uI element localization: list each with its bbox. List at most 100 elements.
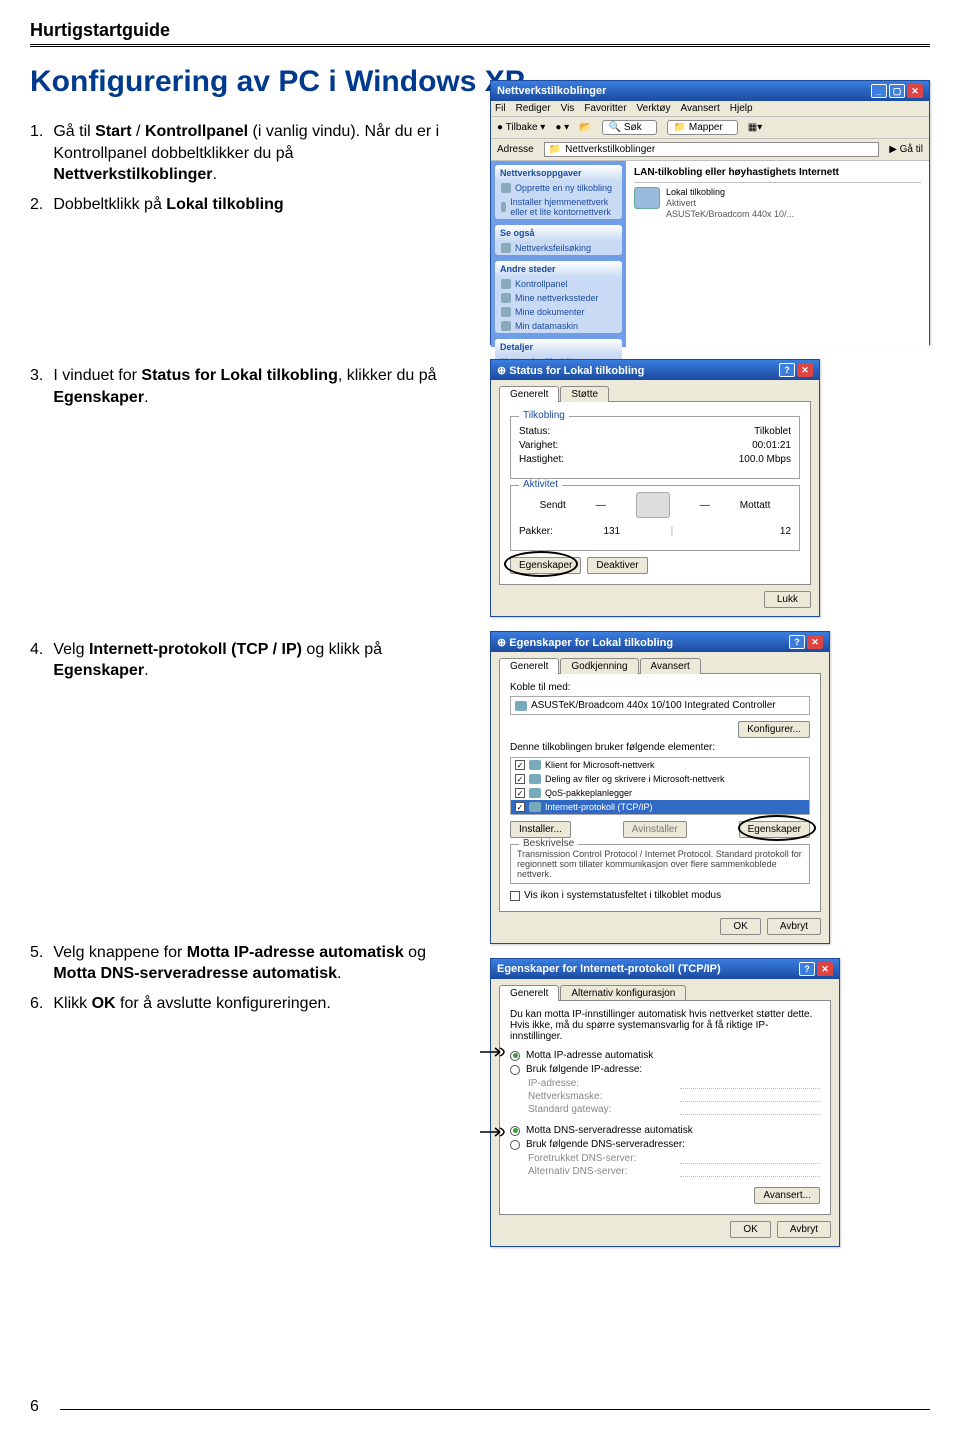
cancel-button[interactable]: Avbryt (777, 1221, 831, 1238)
fieldset-activity: Aktivitet Sendt — — Mottatt Pakker: 131 … (510, 485, 800, 551)
configure-button[interactable]: Konfigurer... (738, 721, 810, 738)
menu-item[interactable]: Hjelp (730, 103, 753, 114)
list-item-selected[interactable]: Internett-protokoll (TCP/IP) (511, 800, 809, 814)
term-kontrollpanel: Kontrollpanel (145, 123, 248, 140)
checkbox[interactable] (510, 891, 520, 901)
legend: Aktivitet (519, 479, 562, 490)
radio-button[interactable] (510, 1140, 520, 1150)
properties-button[interactable]: Egenskaper (739, 821, 810, 838)
arrow-icon (480, 1126, 510, 1138)
nav-up-icon[interactable]: 📂 (579, 122, 591, 133)
tab-auth[interactable]: Godkjenning (560, 658, 638, 674)
checkbox[interactable] (515, 760, 525, 770)
radio-ip-manual[interactable]: Bruk følgende IP-adresse: (510, 1064, 820, 1075)
menu-item[interactable]: Favoritter (584, 103, 626, 114)
close-button[interactable]: ✕ (817, 962, 833, 976)
sidebar-item[interactable]: Kontrollpanel (495, 277, 622, 291)
value: Tilkoblet (754, 426, 791, 437)
uninstall-button[interactable]: Avinstaller (623, 821, 687, 838)
properties-button[interactable]: Egenskaper (510, 557, 581, 574)
folder-icon: 📁 (549, 144, 561, 155)
radio-button[interactable] (510, 1065, 520, 1075)
screenshot-column: Nettverkstilkoblinger _ ▢ ✕ Fil Rediger … (490, 80, 930, 1261)
sidebar-item[interactable]: Mine nettverkssteder (495, 291, 622, 305)
radio-button[interactable] (510, 1126, 520, 1136)
tab-general[interactable]: Generelt (499, 658, 559, 674)
tab-general[interactable]: Generelt (499, 386, 559, 402)
tab-general[interactable]: Generelt (499, 985, 559, 1001)
close-button[interactable]: ✕ (797, 363, 813, 377)
search-button[interactable]: 🔍 Søk (602, 120, 657, 135)
checkbox[interactable] (515, 774, 525, 784)
connection-adapter: ASUSTeK/Broadcom 440x 10/... (666, 209, 794, 220)
tab-altconfig[interactable]: Alternativ konfigurasjon (560, 985, 686, 1001)
sidebar-item[interactable]: Mine dokumenter (495, 305, 622, 319)
arrow-icon (480, 1046, 510, 1058)
connection-item[interactable]: Lokal tilkobling Aktivert ASUSTeK/Broadc… (634, 187, 921, 219)
tab-advanced[interactable]: Avansert (640, 658, 701, 674)
nic-icon (515, 701, 527, 711)
nav-forward[interactable]: ● ▾ (555, 122, 569, 133)
tab-pane: Koble til med: ASUSTeK/Broadcom 440x 10/… (499, 673, 821, 912)
views-icon[interactable]: ▦▾ (748, 122, 762, 133)
protocol-list[interactable]: Klient for Microsoft-nettverk Deling av … (510, 757, 810, 815)
help-button[interactable]: ? (779, 363, 795, 377)
label: Pakker: (519, 526, 553, 537)
ok-button[interactable]: OK (730, 1221, 770, 1238)
menu-item[interactable]: Fil (495, 103, 506, 114)
radio-dns-auto[interactable]: Motta DNS-serveradresse automatisk (510, 1125, 820, 1136)
list-item[interactable]: QoS-pakkeplanlegger (511, 786, 809, 800)
list-item[interactable]: Klient for Microsoft-nettverk (511, 758, 809, 772)
maximize-button[interactable]: ▢ (889, 84, 905, 98)
menu-item[interactable]: Verktøy (637, 103, 671, 114)
menubar[interactable]: Fil Rediger Vis Favoritter Verktøy Avans… (491, 101, 929, 117)
minimize-button[interactable]: _ (871, 84, 887, 98)
list-item[interactable]: Deling av filer og skrivere i Microsoft-… (511, 772, 809, 786)
sidebar-item[interactable]: Opprette en ny tilkobling (495, 181, 622, 195)
sidebar-head[interactable]: Nettverksoppgaver (495, 165, 622, 181)
dialog-body: Generelt Godkjenning Avansert Koble til … (491, 652, 829, 943)
help-button[interactable]: ? (789, 635, 805, 649)
checkbox[interactable] (515, 802, 525, 812)
radio-dns-manual[interactable]: Bruk følgende DNS-serveradresser: (510, 1139, 820, 1150)
uses-label: Denne tilkoblingen bruker følgende eleme… (510, 742, 810, 753)
go-button[interactable]: ▶ Gå til (889, 144, 923, 155)
sidebar-head[interactable]: Se også (495, 225, 622, 241)
ip-input (680, 1078, 820, 1089)
radio-button[interactable] (510, 1051, 520, 1061)
sidebar-head[interactable]: Detaljer (495, 339, 622, 355)
mask-input (680, 1091, 820, 1102)
show-icon-checkbox[interactable]: Vis ikon i systemstatusfeltet i tilkoble… (510, 890, 810, 901)
menu-item[interactable]: Vis (561, 103, 575, 114)
sidebar-item[interactable]: Nettverksfeilsøking (495, 241, 622, 255)
close-button[interactable]: ✕ (807, 635, 823, 649)
sidebar-item[interactable]: Min datamaskin (495, 319, 622, 333)
step-text: Dobbeltklikk på Lokal tilkobling (53, 194, 283, 216)
sidebar-item[interactable]: Installer hjemmenettverk eller et lite k… (495, 195, 622, 219)
address-input[interactable]: 📁 Nettverkstilkoblinger (544, 142, 880, 157)
t: / (132, 123, 145, 140)
tab-support[interactable]: Støtte (560, 386, 609, 402)
tab-pane: Du kan motta IP-innstillinger automatisk… (499, 1000, 831, 1215)
close-button[interactable]: ✕ (907, 84, 923, 98)
titlebar: ⊕ Status for Lokal tilkobling ?✕ (491, 360, 819, 380)
close-button[interactable]: Lukk (764, 591, 811, 608)
disable-button[interactable]: Deaktiver (587, 557, 647, 574)
t: , klikker du på (338, 367, 437, 384)
checkbox[interactable] (515, 788, 525, 798)
ok-button[interactable]: OK (720, 918, 760, 935)
label: Hastighet: (519, 454, 564, 465)
nav-back[interactable]: ● Tilbake ▾ (497, 122, 545, 133)
help-button[interactable]: ? (799, 962, 815, 976)
step-6: 6. Klikk OK for å avslutte konfigurering… (30, 993, 460, 1015)
menu-item[interactable]: Rediger (516, 103, 551, 114)
folders-button[interactable]: 📁 Mapper (667, 120, 738, 135)
radio-ip-auto[interactable]: Motta IP-adresse automatisk (510, 1050, 820, 1061)
menu-item[interactable]: Avansert (680, 103, 719, 114)
shot-tcpip: Egenskaper for Internett-protokoll (TCP/… (490, 958, 840, 1247)
install-button[interactable]: Installer... (510, 821, 571, 838)
advanced-button[interactable]: Avansert... (754, 1187, 820, 1204)
sidebar-head[interactable]: Andre steder (495, 261, 622, 277)
cancel-button[interactable]: Avbryt (767, 918, 821, 935)
t: Dobbeltklikk på (53, 196, 166, 213)
